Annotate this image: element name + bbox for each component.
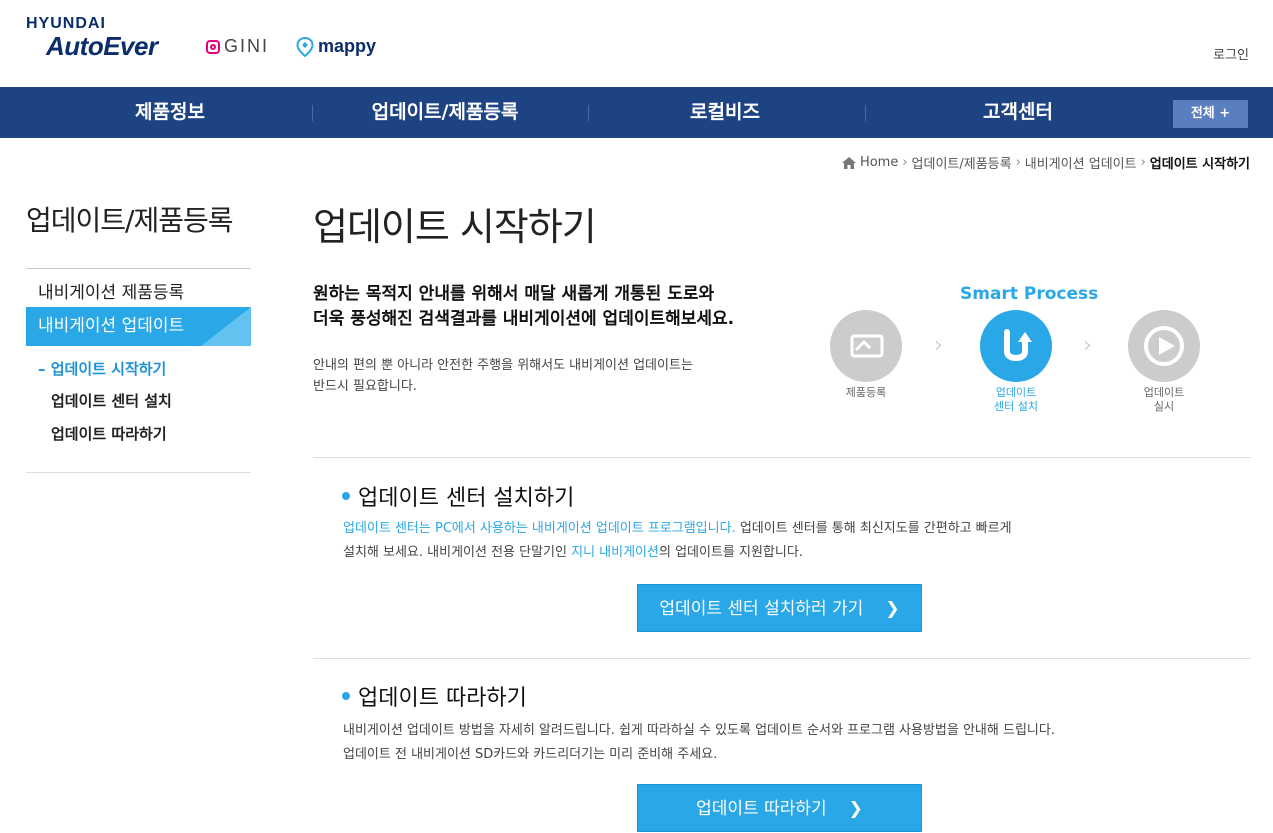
sidebar-item-product-register[interactable]: 내비게이션 제품등록 [38,278,184,303]
chevron-right-icon: ❯ [848,799,863,819]
section-title-text: 업데이트 따라하기 [358,686,527,711]
mappy-logo[interactable]: mappy [296,36,376,57]
intro-headline-line1: 원하는 목적지 안내를 위해서 매달 새롭게 개통된 도로와 [313,284,715,304]
intro-description-line1: 안내의 편의 뿐 아니라 안전한 주행을 위해서도 내비게이션 업데이트는 [313,358,693,373]
intro-headline: 원하는 목적지 안내를 위해서 매달 새롭게 개통된 도로와 더욱 풍성해진 검… [313,282,734,332]
highlight-text: 지니 내비게이션 [571,545,659,560]
description-line2: 설치해 보세요. 내비게이션 전용 단말기인 지니 내비게이션의 업데이트를 지… [343,541,1012,565]
description-line1: 업데이트 센터는 PC에서 사용하는 내비게이션 업데이트 프로그램입니다. 업… [343,517,1012,541]
section-title-text: 업데이트 센터 설치하기 [358,486,575,511]
section-install-description: 업데이트 센터는 PC에서 사용하는 내비게이션 업데이트 프로그램입니다. 업… [343,517,1012,565]
step-label-line: 업데이트 [995,386,1037,399]
smart-process-title: Smart Process [960,284,1099,304]
update-arrow-icon [1004,329,1032,361]
intro-description-line2: 반드시 필요합니다. [313,379,417,394]
chevron-right-icon: › [1140,155,1146,170]
nav-divider [312,105,313,121]
play-icon [1144,326,1184,366]
mappy-label: mappy [318,36,377,56]
chevron-right-icon: › [1015,155,1021,170]
step-label-line: 업데이트 [1143,386,1185,399]
active-item-decoration [201,307,251,346]
sidebar-title: 업데이트/제품등록 [26,204,234,237]
login-link[interactable]: 로그인 [1213,44,1249,63]
step-label-line: 실시 [1153,400,1175,413]
highlight-text: 업데이트 센터는 PC에서 사용하는 내비게이션 업데이트 프로그램입니다. [343,521,736,536]
bullet-icon [342,492,350,500]
step-run-icon [1128,310,1200,382]
step-run-label: 업데이트 실시 [1119,386,1209,414]
step-install-label: 업데이트 센터 설치 [971,386,1061,414]
section-divider [313,658,1251,659]
nav-item-update-register[interactable]: 업데이트/제품등록 [355,87,535,138]
dash-icon: – [38,360,51,378]
page-title: 업데이트 시작하기 [313,205,597,249]
nav-item-customer-center[interactable]: 고객센터 [968,87,1068,138]
description-text: 업데이트 센터를 통해 최신지도를 간편하고 빠르게 [735,521,1012,536]
intro-headline-line2: 더욱 풍성해진 검색결과를 내비게이션에 업데이트해보세요. [313,309,735,329]
sidebar-divider [26,268,251,269]
step-install-icon [980,310,1052,382]
chevron-right-icon: ❯ [885,599,900,619]
bullet-icon [342,692,350,700]
follow-guide-button[interactable]: 업데이트 따라하기 ❯ [637,784,922,832]
button-label: 업데이트 센터 설치하러 가기 [659,599,864,619]
breadcrumb: Home › 업데이트/제품등록 › 내비게이션 업데이트 › 업데이트 시작하… [841,153,1250,172]
step-label-line: 센터 설치 [994,400,1038,413]
nav-divider [865,105,866,121]
chevron-right-icon: › [1083,333,1092,358]
sidebar-subitem-start-update[interactable]: – 업데이트 시작하기 [38,358,166,379]
chevron-right-icon: › [934,333,943,358]
autoever-logo[interactable]: AutoEver [46,31,158,62]
breadcrumb-current: 업데이트 시작하기 [1149,157,1250,172]
section-title-follow: 업데이트 따라하기 [342,680,527,712]
breadcrumb-home[interactable]: Home [860,155,898,170]
subitem-label: 업데이트 시작하기 [50,360,167,378]
sidebar-subitem-follow-guide[interactable]: 업데이트 따라하기 [51,423,167,444]
main-nav: 제품정보 업데이트/제품등록 로컬비즈 고객센터 전체 + [0,87,1273,138]
device-card-icon [850,334,884,358]
section-follow-description: 내비게이션 업데이트 방법을 자세히 알려드립니다. 쉽게 따라하실 수 있도록… [343,719,1055,767]
sidebar-subitem-install-center[interactable]: 업데이트 센터 설치 [51,390,172,411]
step-label-line: 제품등록 [845,386,887,399]
description-text: 의 업데이트를 지원합니다. [658,545,803,560]
gini-logo[interactable]: GINI [206,36,269,57]
section-title-install: 업데이트 센터 설치하기 [342,480,574,512]
description-line1: 내비게이션 업데이트 방법을 자세히 알려드립니다. 쉽게 따라하실 수 있도록… [343,723,1055,738]
step-register-icon [830,310,902,382]
sidebar-item-label: 내비게이션 업데이트 [38,316,185,336]
gini-icon [206,39,220,54]
breadcrumb-level1[interactable]: 업데이트/제품등록 [912,153,1012,172]
description-line2: 업데이트 전 내비게이션 SD카드와 카드리더기는 미리 준비해 주세요. [343,747,718,762]
sidebar-item-navigation-update[interactable]: 내비게이션 업데이트 [26,307,251,346]
section-divider [313,457,1251,458]
gini-label: GINI [224,36,270,56]
description-text: 설치해 보세요. 내비게이션 전용 단말기인 [343,545,572,560]
mappy-pin-icon [296,36,314,57]
all-menu-button[interactable]: 전체 + [1173,100,1248,128]
sidebar-divider [26,472,251,473]
nav-divider [588,105,589,121]
breadcrumb-level2[interactable]: 내비게이션 업데이트 [1025,153,1137,172]
chevron-right-icon: › [902,155,908,170]
nav-item-localbiz[interactable]: 로컬비즈 [675,87,775,138]
nav-item-products[interactable]: 제품정보 [120,87,220,138]
button-label: 업데이트 따라하기 [696,799,827,819]
intro-description: 안내의 편의 뿐 아니라 안전한 주행을 위해서도 내비게이션 업데이트는 반드… [313,355,693,397]
home-icon [841,156,856,169]
step-register-label: 제품등록 [821,386,911,400]
install-center-button[interactable]: 업데이트 센터 설치하러 가기 ❯ [637,584,922,632]
